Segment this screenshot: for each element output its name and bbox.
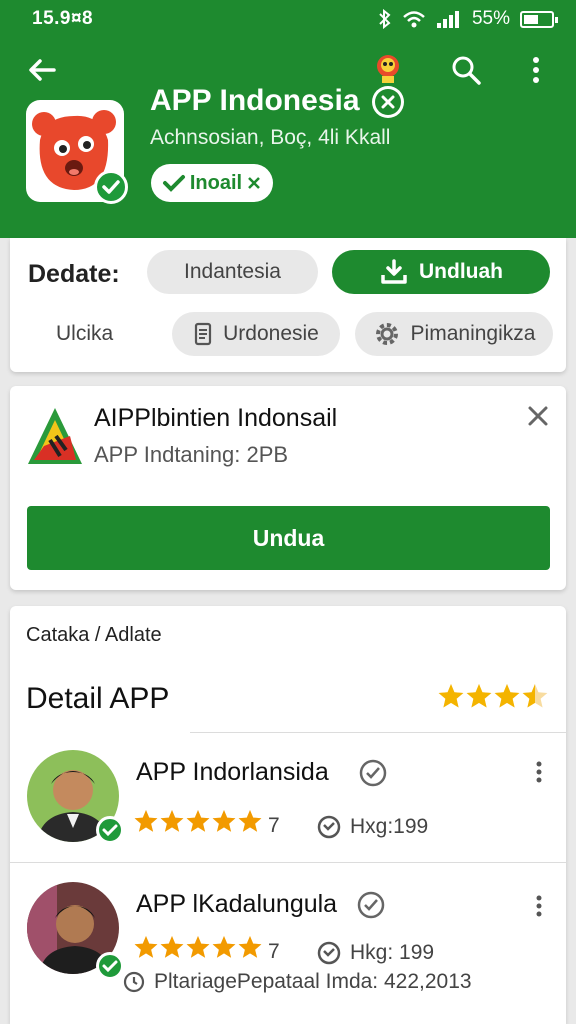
promo-card: AIPPlbintien Indonsail APP Indtaning: 2P…	[10, 386, 566, 590]
app-header: 15.9¤8 55% APP Indonesia Achnsosian, Boç…	[0, 0, 576, 238]
divider	[190, 732, 566, 733]
battery-percent: 55%	[471, 8, 510, 29]
download-button[interactable]: Undluah	[332, 250, 550, 294]
language-chip-label: Indantesia	[184, 260, 281, 283]
update-label: Dedate:	[28, 260, 120, 288]
bluetooth-icon	[379, 9, 391, 29]
promo-title: AIPPlbintien Indonsail	[94, 404, 338, 432]
star-filled	[186, 936, 210, 958]
settings-chip[interactable]: Pimaningikza	[355, 312, 553, 356]
install-label: Inoail	[189, 171, 243, 194]
download-main-button[interactable]: Undua	[27, 506, 550, 570]
settings-chip-label: Pimaningikza	[410, 322, 536, 345]
more-icon[interactable]	[534, 760, 544, 784]
verified-check-icon	[359, 759, 387, 787]
review-stars	[134, 810, 262, 832]
sync-icon	[317, 815, 341, 839]
verified-badge	[96, 816, 124, 844]
detail-card: Cataka / Adlate Detail APP APP Indorlans…	[10, 606, 566, 1024]
gear-icon	[375, 323, 398, 345]
signal-icon	[436, 11, 459, 28]
review-meta-label: Hkg: 199	[350, 941, 435, 964]
category-label: Ulcika	[56, 322, 114, 345]
star-filled	[212, 936, 236, 958]
update-card: Dedate: Indantesia Undluah Ulcika Urdone…	[10, 238, 566, 372]
search-icon[interactable]	[448, 52, 484, 88]
language-chip[interactable]: Indantesia	[147, 250, 318, 294]
reviewer-name: APP Indorlansida	[136, 758, 329, 786]
review-meta: Hkg: 199	[316, 940, 434, 966]
review-footer-label: PltariagePepataal Imda: 422,2013	[154, 970, 472, 993]
review-meta-label: Hxg:199	[350, 815, 429, 838]
document-icon	[195, 322, 212, 346]
star-filled	[238, 936, 262, 958]
mascot-icon[interactable]	[372, 52, 404, 84]
close-icon[interactable]	[526, 404, 550, 428]
document-chip-label: Urdonesie	[223, 322, 319, 345]
star-filled	[212, 810, 236, 832]
status-time: 15.9¤8	[32, 8, 94, 29]
app-title: APP Indonesia	[150, 84, 360, 117]
download-label: Undluah	[419, 260, 503, 283]
promo-subtitle: APP Indtaning: 2PB	[94, 442, 289, 467]
install-button[interactable]: Inoail	[151, 164, 273, 202]
verified-badge	[94, 170, 128, 204]
battery-icon	[520, 10, 558, 28]
star-filled	[134, 936, 158, 958]
detail-title: Detail APP	[26, 682, 170, 715]
star-filled	[160, 936, 184, 958]
more-icon[interactable]	[534, 894, 544, 918]
download-main-label: Undua	[252, 524, 325, 551]
wifi-icon	[403, 11, 425, 28]
review-meta: Hxg:199	[316, 814, 428, 840]
check-icon	[162, 175, 185, 192]
close-icon[interactable]	[372, 86, 404, 118]
verified-badge	[96, 952, 124, 980]
check-icon	[102, 824, 118, 837]
status-bar: 15.9¤8 55%	[0, 0, 576, 38]
verified-check-icon	[357, 891, 385, 919]
clock-icon	[123, 971, 145, 993]
check-icon	[102, 960, 118, 973]
battery-fill	[524, 14, 538, 24]
back-icon[interactable]	[24, 52, 60, 88]
close-icon	[248, 177, 260, 189]
star-filled	[186, 810, 210, 832]
star-filled	[160, 810, 184, 832]
star-filled	[134, 810, 158, 832]
sync-icon	[317, 941, 341, 965]
divider	[10, 862, 566, 863]
review-stars	[134, 936, 262, 958]
breadcrumb[interactable]: Cataka / Adlate	[26, 624, 162, 647]
review-footer: PltariagePepataal Imda: 422,2013	[122, 970, 472, 994]
star-filled	[494, 684, 520, 708]
star-filled	[438, 684, 464, 708]
status-icons: 55%	[378, 8, 558, 30]
star-filled	[466, 684, 492, 708]
document-chip[interactable]: Urdonesie	[172, 312, 340, 356]
review-count: 7	[268, 940, 280, 963]
download-icon	[381, 259, 407, 284]
more-icon[interactable]	[522, 52, 550, 88]
reviewer-name: APP lKadalungula	[136, 890, 338, 918]
star-filled	[238, 810, 262, 832]
review-count: 7	[268, 814, 280, 837]
app-icon[interactable]	[26, 100, 128, 204]
rating-stars	[438, 684, 548, 708]
app-logo-icon	[28, 408, 82, 464]
check-icon	[102, 180, 120, 194]
app-subtitle: Achnsosian, Boç, 4li Kkall	[150, 126, 391, 149]
review-item[interactable]: APP Indorlansida 7 Hxg:199	[10, 738, 566, 866]
